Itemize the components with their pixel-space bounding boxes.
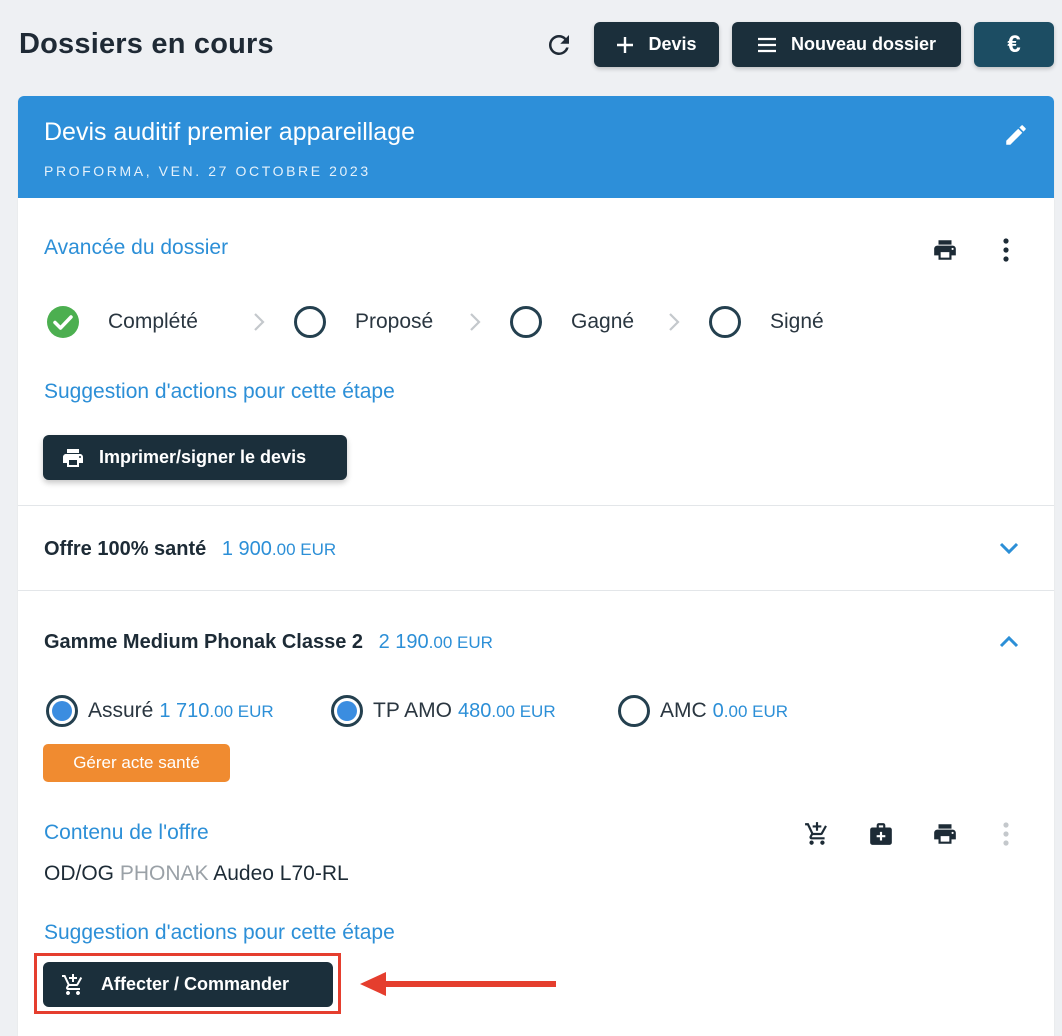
chevron-right-icon [254,313,265,331]
step-label: Gagné [571,310,635,333]
offer-more-button[interactable] [993,821,1019,847]
suggestion-label: Suggestion d'actions pour cette étape [44,921,395,944]
print-offer-button[interactable] [932,821,958,847]
page-title: Dossiers en cours [19,28,274,60]
manage-health-act-button[interactable]: Gérer acte santé [43,744,230,782]
arrow-left-icon [360,972,556,996]
payer-label: AMC [660,699,707,722]
print-sign-devis-label: Imprimer/signer le devis [99,447,307,467]
offer-product: OD/OG PHONAK Audeo L70-RL [44,862,349,886]
payer-tp-amo: TP AMO 480.00 EUR [331,694,556,728]
payer-radio[interactable] [618,695,650,727]
progress-label: Avancée du dossier [44,236,229,259]
edit-button[interactable] [1003,122,1029,148]
more-options-button[interactable] [993,237,1019,263]
divider [18,505,1054,506]
empty-circle-icon [709,306,741,338]
step-complete[interactable]: Complété [46,302,198,342]
payer-label: TP AMO [373,699,452,722]
new-devis-button[interactable]: Devis [594,22,719,67]
expand-offer-button[interactable] [996,535,1022,561]
refresh-button[interactable] [544,30,574,60]
product-side: OD/OG [44,862,115,885]
step-label: Proposé [355,310,434,333]
top-bar: Dossiers en cours Devis Nouveau dossier … [0,0,1062,90]
card-title: Devis auditif premier appareillage [44,118,416,146]
offer-price: 2 190.00 EUR [378,631,493,653]
order-cart-button[interactable] [804,821,830,847]
refresh-icon [548,34,569,55]
suggestion-label: Suggestion d'actions pour cette étape [44,380,395,403]
print-icon [63,448,83,467]
step-label: Signé [770,310,824,333]
highlight-box [34,953,341,1014]
payer-amount: 480.00 EUR [457,699,556,722]
step-propose[interactable]: Proposé [294,302,433,342]
payer-label: Assuré [88,699,154,722]
offer-row[interactable]: Offre 100% santé 1 900.00 EUR [44,538,336,561]
product-model: Audeo L70-RL [213,862,349,885]
pencil-icon [1006,125,1026,145]
payer-assure: Assuré 1 710.00 EUR [46,694,274,728]
new-dossier-label: Nouveau dossier [790,34,937,54]
product-brand: PHONAK [119,862,209,885]
chevron-right-icon [669,313,680,331]
card-header: Devis auditif premier appareillage PROFO… [18,96,1054,198]
print-icon [934,240,956,260]
step-label: Complété [108,310,198,333]
print-sign-devis-button[interactable]: Imprimer/signer le devis [43,435,347,480]
collapse-offer-button[interactable] [996,629,1022,655]
radio-selected-dot [52,701,72,721]
empty-circle-icon [294,306,326,338]
euro-button[interactable]: € [974,22,1054,67]
payer-radio[interactable] [46,695,78,727]
menu-icon [757,37,776,52]
payer-amount: 0.00 EUR [712,699,789,722]
offer-price: 1 900.00 EUR [221,538,337,560]
radio-selected-dot [337,701,357,721]
payer-radio[interactable] [331,695,363,727]
check-circle-icon [47,306,79,338]
payer-amount: 1 710.00 EUR [159,699,274,722]
progress-steps: Complété Proposé Gagné Signé [44,302,844,342]
medical-bag-icon [870,823,892,845]
payer-amc: AMC 0.00 EUR [618,694,788,728]
plus-icon [617,36,634,53]
offer-name: Offre 100% santé [44,538,207,560]
chevron-right-icon [470,313,481,331]
offer-content-label: Contenu de l'offre [44,821,209,844]
print-dossier-button[interactable] [932,237,958,263]
card-subtitle: PROFORMA, VEN. 27 OCTOBRE 2023 [44,163,371,179]
offer-row[interactable]: Gamme Medium Phonak Classe 2 2 190.00 EU… [44,631,493,654]
cart-add-icon [805,822,827,845]
chevron-up-icon [999,635,1019,648]
step-gagne[interactable]: Gagné [510,302,634,342]
devis-card: Devis auditif premier appareillage PROFO… [18,96,1054,1036]
chevron-down-icon [999,542,1019,555]
step-signe[interactable]: Signé [709,302,824,342]
divider [18,590,1054,591]
euro-icon: € [1007,30,1021,58]
new-devis-label: Devis [648,34,697,54]
print-icon [934,824,956,844]
more-vert-icon [1003,238,1009,262]
empty-circle-icon [510,306,542,338]
more-vert-icon [1003,822,1009,846]
offer-name: Gamme Medium Phonak Classe 2 [44,631,364,653]
medical-kit-button[interactable] [868,821,894,847]
new-dossier-button[interactable]: Nouveau dossier [732,22,961,67]
